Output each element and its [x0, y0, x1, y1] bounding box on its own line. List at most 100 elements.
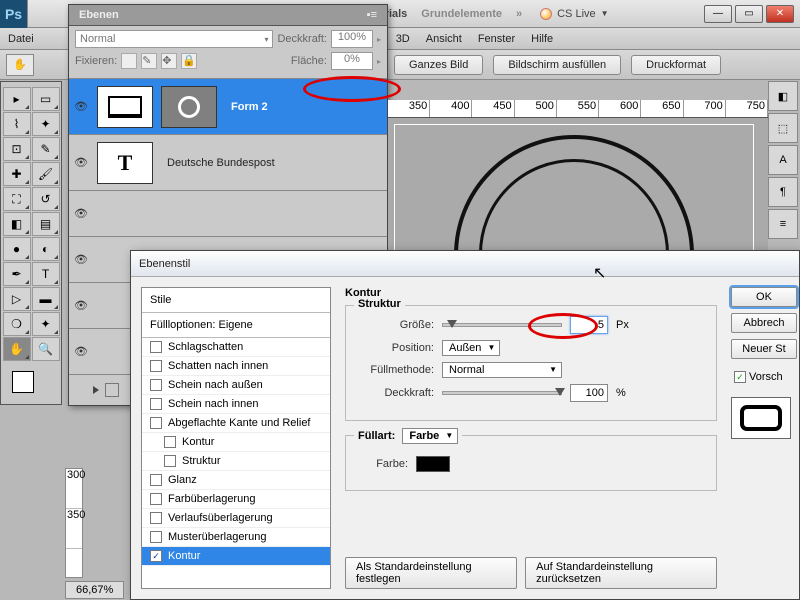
tab-grundelemente[interactable]: Grundelemente [421, 8, 502, 20]
size-input[interactable] [570, 316, 608, 334]
blendmode-dropdown[interactable]: Normal [442, 362, 562, 378]
style-verlauf[interactable]: Verlaufsüberlagerung [142, 509, 330, 528]
eraser-tool[interactable]: ◧ [3, 212, 31, 236]
3d-camera-tool[interactable]: ✦ [32, 312, 60, 336]
menu-hilfe[interactable]: Hilfe [531, 33, 553, 45]
shape-tool[interactable]: ▬ [32, 287, 60, 311]
opacity-input[interactable]: 100% [331, 30, 373, 48]
layer-thumb[interactable]: T [97, 142, 153, 184]
style-kontur[interactable]: Kontur [142, 547, 330, 566]
layers-panel-tab[interactable]: Ebenen ▪≡ [69, 5, 387, 26]
opacity2-input[interactable] [570, 384, 608, 402]
option-bildschirm-button[interactable]: Bildschirm ausfüllen [493, 55, 621, 75]
visibility-icon[interactable]: 👁 [69, 253, 93, 266]
lasso-tool[interactable]: ⌇ [3, 112, 31, 136]
blend-mode-dropdown[interactable]: Normal▾ [75, 30, 273, 48]
panel-menu-icon[interactable]: ▪≡ [367, 9, 377, 21]
path-select-tool[interactable]: ▷ [3, 287, 31, 311]
hand-tool[interactable]: ✋ [3, 337, 31, 361]
style-schein-aussen[interactable]: Schein nach außen [142, 376, 330, 395]
tool-preset-icon[interactable]: ✋ [6, 54, 34, 76]
window-minimize-button[interactable]: — [704, 5, 732, 23]
type-tool[interactable]: T [32, 262, 60, 286]
layer-thumb[interactable] [97, 86, 153, 128]
layers-panel-title: Ebenen [79, 9, 119, 21]
style-schein-innen[interactable]: Schein nach innen [142, 395, 330, 414]
visibility-icon[interactable]: 👁 [69, 299, 93, 312]
visibility-icon[interactable]: 👁 [69, 345, 93, 358]
brush-tool[interactable]: 🖌 [32, 162, 60, 186]
lock-transparency-icon[interactable] [121, 53, 137, 69]
style-schatten-innen[interactable]: Schatten nach innen [142, 357, 330, 376]
style-bevel-kontur[interactable]: Kontur [142, 433, 330, 452]
cs-live-label: CS Live [557, 8, 596, 20]
lock-all-icon[interactable]: 🔒 [181, 53, 197, 69]
styles-header[interactable]: Stile [142, 288, 330, 313]
style-bevel-struktur[interactable]: Struktur [142, 452, 330, 471]
history-brush-tool[interactable]: ↺ [32, 187, 60, 211]
panel-icon-a[interactable]: ◧ [768, 81, 798, 111]
panel-icon-c[interactable]: A [768, 145, 798, 175]
document-canvas[interactable] [394, 124, 754, 264]
option-druckformat-button[interactable]: Druckformat [631, 55, 721, 75]
menu-fenster[interactable]: Fenster [478, 33, 515, 45]
move-tool[interactable]: ▸ [3, 87, 31, 111]
style-muster[interactable]: Musterüberlagerung [142, 528, 330, 547]
layer-row-bundespost[interactable]: 👁 T Deutsche Bundespost [69, 135, 387, 191]
menu-datei[interactable]: Datei [8, 33, 34, 45]
size-slider[interactable] [442, 323, 562, 327]
panel-icon-e[interactable]: ≡ [768, 209, 798, 239]
visibility-icon[interactable]: 👁 [69, 156, 93, 169]
fill-label: Fläche: [291, 55, 327, 67]
filltype-dropdown[interactable]: Farbe [402, 428, 458, 444]
zoom-indicator[interactable]: 66,67% [65, 581, 124, 599]
style-glanz[interactable]: Glanz [142, 471, 330, 490]
menu-ansicht[interactable]: Ansicht [426, 33, 462, 45]
zoom-tool[interactable]: 🔍 [32, 337, 60, 361]
dialog-title-bar[interactable]: Ebenenstil [131, 251, 799, 277]
set-default-button[interactable]: Als Standardeinstellung festlegen [345, 557, 517, 589]
ok-button[interactable]: OK [731, 287, 797, 307]
visibility-icon[interactable]: 👁 [69, 207, 93, 220]
style-schlagschatten[interactable]: Schlagschatten [142, 338, 330, 357]
3d-tool[interactable]: ❍ [3, 312, 31, 336]
lock-position-icon[interactable]: ✥ [161, 53, 177, 69]
fill-input[interactable]: 0% [331, 52, 373, 70]
marquee-tool[interactable]: ▭ [32, 87, 60, 111]
stamp-tool[interactable]: ⛶ [3, 187, 31, 211]
layer-row[interactable]: 👁 [69, 191, 387, 237]
opacity2-slider[interactable] [442, 391, 562, 395]
color-swatches[interactable] [2, 367, 60, 403]
preview-checkbox[interactable]: Vorsch [734, 371, 783, 383]
heal-tool[interactable]: ✚ [3, 162, 31, 186]
tabs-more-icon[interactable]: » [516, 8, 522, 20]
blur-tool[interactable]: ● [3, 237, 31, 261]
vector-mask-thumb[interactable] [161, 86, 217, 128]
option-ganzes-bild-button[interactable]: Ganzes Bild [394, 55, 483, 75]
wand-tool[interactable]: ✦ [32, 112, 60, 136]
foreground-swatch[interactable] [12, 371, 34, 393]
panel-icon-d[interactable]: ¶ [768, 177, 798, 207]
gradient-tool[interactable]: ▤ [32, 212, 60, 236]
reset-default-button[interactable]: Auf Standardeinstellung zurücksetzen [525, 557, 717, 589]
new-style-button[interactable]: Neuer St [731, 339, 797, 359]
layer-row-form2[interactable]: 👁 Form 2 [69, 79, 387, 135]
cancel-button[interactable]: Abbrech [731, 313, 797, 333]
stroke-color-swatch[interactable] [416, 456, 450, 472]
window-close-button[interactable]: ✕ [766, 5, 794, 23]
position-dropdown[interactable]: Außen [442, 340, 500, 356]
cs-live-button[interactable]: CS Live ▼ [540, 8, 608, 20]
position-label: Position: [358, 342, 434, 354]
blend-options-header[interactable]: Füllloptionen: Eigene [142, 313, 330, 338]
crop-tool[interactable]: ⊡ [3, 137, 31, 161]
window-maximize-button[interactable]: ▭ [735, 5, 763, 23]
lock-pixels-icon[interactable]: ✎ [141, 53, 157, 69]
pen-tool[interactable]: ✒ [3, 262, 31, 286]
visibility-icon[interactable]: 👁 [69, 100, 93, 113]
menu-3d[interactable]: 3D [396, 33, 410, 45]
eyedropper-tool[interactable]: ✎ [32, 137, 60, 161]
style-bevel[interactable]: Abgeflachte Kante und Relief [142, 414, 330, 433]
dodge-tool[interactable]: ◐ [32, 237, 60, 261]
style-farbe[interactable]: Farbüberlagerung [142, 490, 330, 509]
panel-icon-b[interactable]: ⬚ [768, 113, 798, 143]
